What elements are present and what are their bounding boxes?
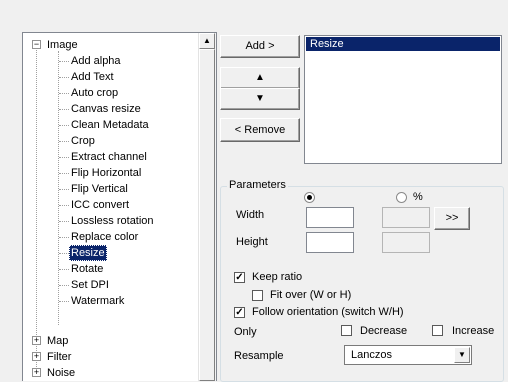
tree-item-label: Rotate — [71, 263, 104, 275]
height-label: Height — [236, 236, 268, 248]
tree-connector — [36, 47, 37, 377]
tree-item-label: Crop — [71, 135, 95, 147]
tree-item-label: Extract channel — [71, 151, 147, 163]
resample-value: Lanczos — [351, 349, 392, 361]
list-item[interactable]: Resize — [306, 37, 500, 51]
tree-node-label: Noise — [47, 367, 76, 379]
collapse-icon[interactable]: − — [32, 40, 41, 49]
tree-item-label: Add alpha — [71, 55, 121, 67]
parameters-legend: Parameters — [227, 179, 288, 191]
arrow-up-icon: ▲ — [255, 72, 265, 83]
arrow-down-icon: ▼ — [255, 93, 265, 104]
selected-operations-list[interactable]: Resize — [304, 35, 502, 164]
expand-icon[interactable]: + — [32, 368, 41, 377]
decrease-label: Decrease — [360, 325, 408, 337]
tree-item-label: Watermark — [71, 295, 125, 307]
scroll-up-icon[interactable]: ▲ — [199, 33, 215, 49]
increase-checkbox[interactable] — [432, 325, 443, 336]
tree-item-label: Flip Vertical — [71, 183, 128, 195]
tree-node-label: Filter — [47, 351, 72, 363]
scrollbar-thumb[interactable] — [199, 49, 215, 381]
decrease-checkbox[interactable] — [341, 325, 352, 336]
tree-item-label: Set DPI — [71, 279, 109, 291]
tree-item-label: Canvas resize — [71, 103, 141, 115]
percent-radio[interactable] — [396, 192, 407, 203]
follow-orientation-label: Follow orientation (switch W/H) — [252, 306, 404, 318]
width-input[interactable] — [306, 207, 354, 228]
tree-item-label: ICC convert — [71, 199, 130, 211]
resample-select[interactable]: Lanczos ▼ — [344, 345, 472, 365]
add-button[interactable]: Add > — [220, 35, 300, 58]
remove-button[interactable]: < Remove — [220, 118, 300, 142]
tree-scrollbar[interactable]: ▲ — [198, 33, 216, 381]
tree-node-label: Image — [47, 39, 78, 51]
height-percent-field — [382, 232, 430, 253]
add-button-label: Add > — [245, 40, 275, 52]
chevron-down-icon[interactable]: ▼ — [454, 347, 470, 363]
only-label: Only — [234, 326, 257, 338]
tree-item-label: Replace color — [71, 231, 139, 243]
move-up-button[interactable]: ▲ — [220, 67, 300, 89]
fit-over-label: Fit over (W or H) — [270, 289, 352, 301]
tree-item-label: Auto crop — [71, 87, 119, 99]
pixels-radio[interactable] — [304, 192, 315, 203]
increase-label: Increase — [452, 325, 495, 337]
tree-item-label: Resize — [69, 245, 107, 261]
tree-item-label: Flip Horizontal — [71, 167, 142, 179]
ratio-button-label: >> — [445, 212, 459, 224]
follow-orientation-checkbox[interactable]: ✓ — [234, 307, 245, 318]
expand-icon[interactable]: + — [32, 336, 41, 345]
width-percent-field — [382, 207, 430, 228]
keep-ratio-label: Keep ratio — [252, 271, 303, 283]
width-label: Width — [236, 209, 265, 221]
percent-label: % — [413, 191, 423, 203]
fit-over-checkbox[interactable] — [252, 290, 263, 301]
move-down-button[interactable]: ▼ — [220, 88, 300, 110]
height-input[interactable] — [306, 232, 354, 253]
tree-item-label: Lossless rotation — [71, 215, 154, 227]
remove-button-label: < Remove — [234, 124, 286, 136]
tree-item-label: Clean Metadata — [71, 119, 149, 131]
tree-item-label: Add Text — [71, 71, 114, 83]
resample-label: Resample — [234, 350, 284, 362]
tree-node-label: Map — [47, 335, 69, 347]
ratio-button[interactable]: >> — [434, 207, 470, 230]
expand-icon[interactable]: + — [32, 352, 41, 361]
operations-tree[interactable]: − Image Add alpha Add Text Auto crop Can… — [22, 32, 217, 381]
keep-ratio-checkbox[interactable]: ✓ — [234, 272, 245, 283]
